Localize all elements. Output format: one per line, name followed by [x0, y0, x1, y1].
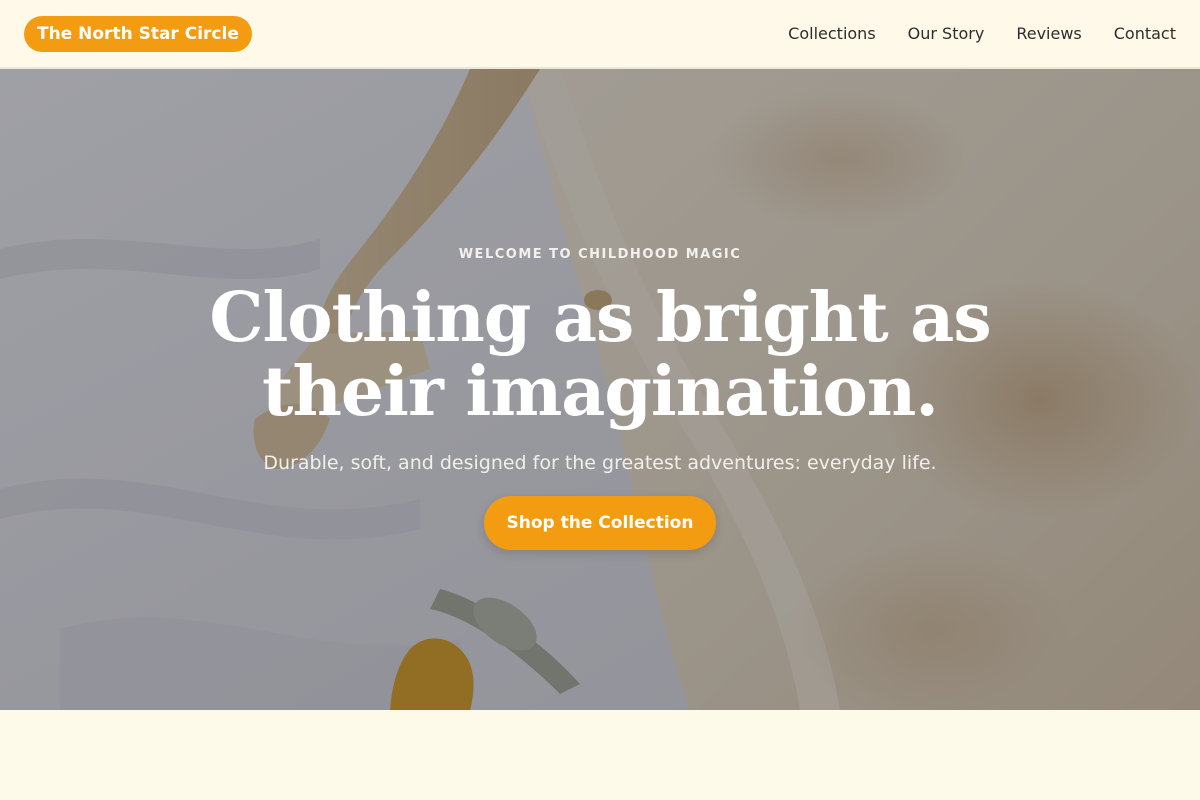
- nav-link-contact[interactable]: Contact: [1114, 24, 1176, 43]
- brand-logo-button[interactable]: The North Star Circle: [24, 15, 252, 52]
- shop-collection-button[interactable]: Shop the Collection: [484, 496, 716, 550]
- hero-content: WELCOME TO CHILDHOOD MAGIC Clothing as b…: [0, 69, 1200, 710]
- hero-eyebrow: WELCOME TO CHILDHOOD MAGIC: [458, 247, 742, 262]
- below-hero-section: [0, 710, 1200, 800]
- main-nav: Collections Our Story Reviews Contact: [788, 24, 1176, 43]
- hero-subheading: Durable, soft, and designed for the grea…: [263, 452, 937, 474]
- nav-link-our-story[interactable]: Our Story: [908, 24, 985, 43]
- hero-section: WELCOME TO CHILDHOOD MAGIC Clothing as b…: [0, 69, 1200, 710]
- nav-link-collections[interactable]: Collections: [788, 24, 875, 43]
- hero-headline-line-2: their imagination.: [262, 352, 939, 432]
- nav-link-reviews[interactable]: Reviews: [1016, 24, 1081, 43]
- site-header: The North Star Circle Collections Our St…: [0, 0, 1200, 69]
- hero-headline: Clothing as bright as their imagination.: [0, 281, 1200, 429]
- hero-headline-line-1: Clothing as bright as: [209, 278, 991, 358]
